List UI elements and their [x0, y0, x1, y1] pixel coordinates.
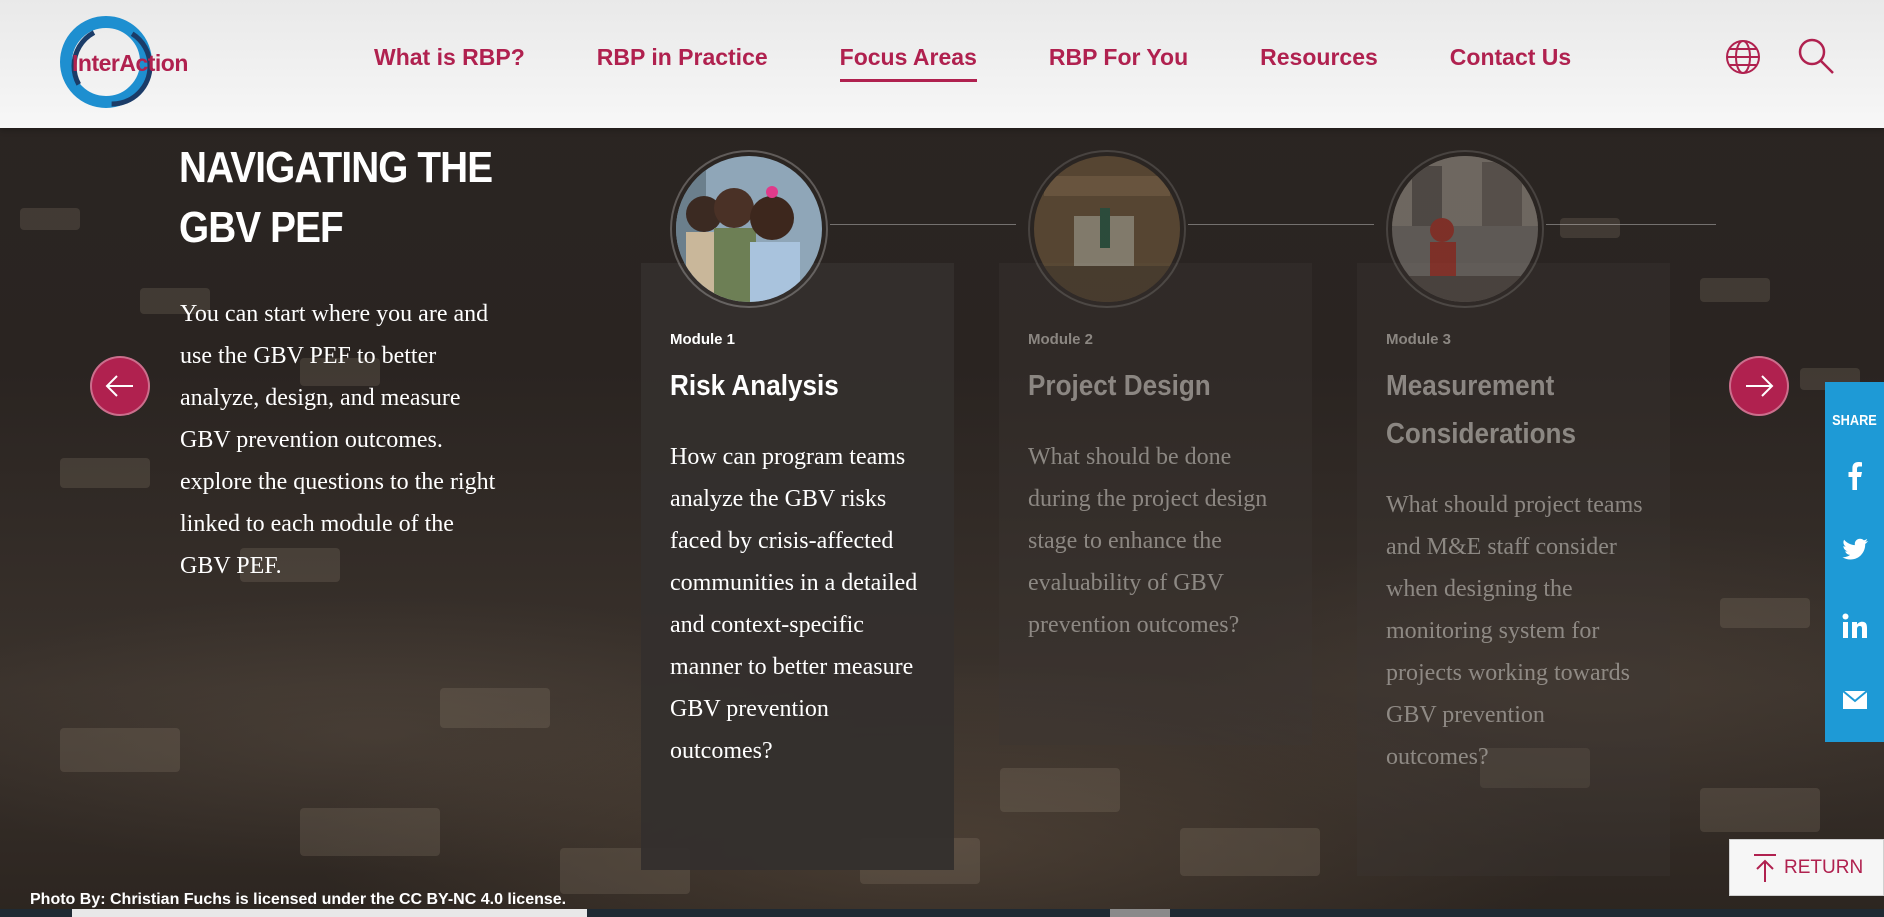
- main-nav: What is RBP? RBP in Practice Focus Areas…: [374, 44, 1643, 82]
- nav-resources[interactable]: Resources: [1260, 44, 1378, 82]
- module-connector-line: [830, 224, 1016, 225]
- bottom-strip-segment: [1110, 909, 1170, 917]
- module-description: How can program teams analyze the GBV ri…: [670, 444, 918, 764]
- construction-photo-image: [1034, 156, 1180, 302]
- module-title: Project Design: [1028, 370, 1211, 402]
- module-description: What should project teams and M&E staff …: [1386, 492, 1643, 770]
- nav-contact-us[interactable]: Contact Us: [1450, 44, 1571, 82]
- nav-focus-areas[interactable]: Focus Areas: [839, 44, 977, 82]
- facebook-icon[interactable]: [1839, 460, 1871, 492]
- search-icon[interactable]: [1796, 36, 1836, 76]
- module-connector-line: [1546, 224, 1716, 225]
- module-label: Module 3: [1386, 331, 1452, 348]
- interaction-logo[interactable]: InterAction: [54, 14, 204, 114]
- logo-text: InterAction: [72, 50, 188, 76]
- module-1-photo[interactable]: [670, 150, 828, 308]
- module-card-2[interactable]: Module 2 Project Design What should be d…: [999, 263, 1312, 745]
- carousel-next-button[interactable]: [1729, 356, 1789, 416]
- module-label: Module 2: [1028, 331, 1094, 348]
- rescue-workers-photo-image: [1392, 156, 1538, 302]
- section-title: NAVIGATING THE GBV PEF: [179, 143, 493, 252]
- section-intro: You can start where you are and use the …: [180, 301, 496, 579]
- nav-what-is-rbp[interactable]: What is RBP?: [374, 44, 525, 82]
- bottom-scroll-strip: [0, 909, 1884, 917]
- arrow-up-icon: [1754, 853, 1776, 882]
- module-description: What should be done during the project d…: [1028, 444, 1268, 638]
- carousel-prev-button[interactable]: [90, 356, 150, 416]
- arrow-right-icon: [1746, 375, 1774, 397]
- photo-credit: Photo By: Christian Fuchs is licensed un…: [30, 891, 567, 908]
- module-card-3[interactable]: Module 3 Measurement Considerations What…: [1357, 263, 1670, 876]
- linkedin-icon[interactable]: [1839, 610, 1871, 642]
- module-title: Risk Analysis: [670, 370, 839, 402]
- twitter-icon[interactable]: [1839, 534, 1871, 566]
- arrow-left-icon: [105, 375, 133, 397]
- module-title: Measurement Considerations: [1386, 370, 1576, 450]
- share-sidebar: SHARE: [1825, 382, 1884, 742]
- nav-rbp-in-practice[interactable]: RBP in Practice: [597, 44, 768, 82]
- module-card-1[interactable]: Module 1 Risk Analysis How can program t…: [641, 263, 954, 870]
- share-label: SHARE: [1832, 412, 1877, 429]
- return-button[interactable]: RETURN: [1729, 839, 1884, 896]
- nav-rbp-for-you[interactable]: RBP For You: [1049, 44, 1188, 82]
- module-connector-line: [1188, 224, 1374, 225]
- site-header: InterAction What is RBP? RBP in Practice…: [0, 0, 1884, 128]
- bottom-strip-segment: [72, 909, 587, 917]
- module-3-photo[interactable]: [1386, 150, 1544, 308]
- module-2-photo[interactable]: [1028, 150, 1186, 308]
- module-label: Module 1: [670, 331, 736, 348]
- return-label: RETURN: [1784, 856, 1864, 878]
- email-icon[interactable]: [1839, 684, 1871, 716]
- children-photo-image: [676, 156, 822, 302]
- globe-icon[interactable]: [1724, 38, 1762, 76]
